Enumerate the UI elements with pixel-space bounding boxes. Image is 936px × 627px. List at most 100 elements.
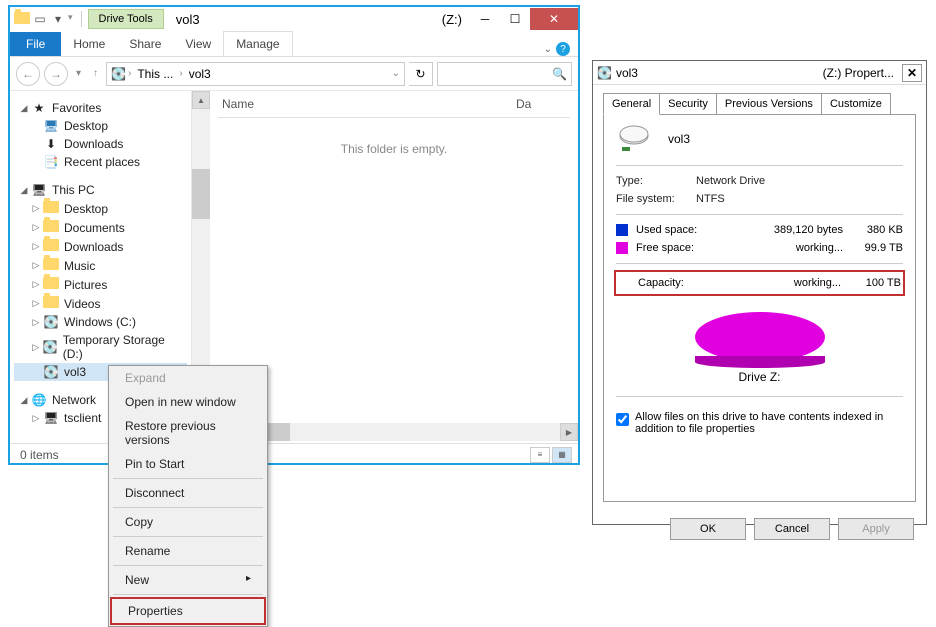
expand-icon[interactable]: ▷ [30, 279, 42, 290]
label: Favorites [52, 101, 101, 115]
qat-item[interactable]: ▾ [50, 12, 66, 27]
properties-buttons: OK Cancel Apply [593, 510, 926, 548]
close-button[interactable]: ✕ [902, 64, 922, 82]
back-button[interactable]: ← [16, 62, 40, 86]
details-view-button[interactable]: ≡ [530, 447, 550, 463]
help-icon[interactable]: ? [556, 42, 570, 56]
ribbon-view-tab[interactable]: View [173, 32, 223, 56]
properties-body: General Security Previous Versions Custo… [593, 85, 926, 510]
label: Music [64, 259, 95, 273]
expand-icon[interactable]: ◢ [18, 395, 30, 406]
sidebar-item-recent[interactable]: 📑Recent places [14, 153, 187, 171]
title-bar[interactable]: ▭ ▾ ▾ Drive Tools vol3 (Z:) ─ ☐ ✕ [10, 7, 578, 31]
properties-title-bar[interactable]: 💽 vol3 (Z:) Propert... ✕ [593, 61, 926, 85]
ctx-restore-versions[interactable]: Restore previous versions [109, 414, 267, 452]
ribbon-expand-icon[interactable]: ⌄ [544, 44, 552, 55]
tab-customize[interactable]: Customize [821, 93, 891, 115]
breadcrumb-folder[interactable]: vol3 [185, 67, 215, 81]
ctx-properties[interactable]: Properties [112, 599, 264, 623]
ribbon-share-tab[interactable]: Share [117, 32, 173, 56]
thispc-group: ◢ 🖥 This PC ▷Desktop ▷Documents ▷Downloa… [14, 181, 187, 381]
up-button[interactable]: ↑ [89, 68, 102, 79]
status-bar: 0 items ≡ ▦ [10, 443, 578, 465]
history-dropdown[interactable]: ▾ [72, 68, 85, 79]
address-bar: ← → ▾ ↑ 💽 › This ... › vol3 ⌄ ↻ 🔍 [10, 57, 578, 91]
network-drive-icon: 💽 [42, 365, 60, 379]
scroll-right-icon[interactable]: ▶ [560, 423, 578, 441]
used-label: Used space: [636, 224, 726, 236]
refresh-button[interactable]: ↻ [409, 62, 433, 86]
tab-previous-versions[interactable]: Previous Versions [716, 93, 822, 115]
qat-overflow[interactable]: ▾ [68, 12, 73, 27]
maximize-button[interactable]: ☐ [500, 8, 530, 30]
index-checkbox[interactable] [616, 413, 629, 426]
cancel-button[interactable]: Cancel [754, 518, 830, 540]
minimize-button[interactable]: ─ [470, 8, 500, 30]
expand-icon[interactable]: ▷ [30, 317, 42, 328]
tab-security[interactable]: Security [659, 93, 717, 115]
qat-item[interactable]: ▭ [32, 12, 48, 27]
used-bytes: 389,120 bytes [726, 224, 843, 236]
expand-icon[interactable]: ▷ [30, 203, 42, 214]
expand-icon[interactable]: ◢ [18, 103, 30, 114]
ctx-open-new-window[interactable]: Open in new window [109, 390, 267, 414]
ctx-pin-to-start[interactable]: Pin to Start [109, 452, 267, 476]
sidebar-item-documents[interactable]: ▷Documents [14, 218, 187, 237]
col-date[interactable]: Da [516, 97, 566, 111]
sidebar-item-videos[interactable]: ▷Videos [14, 294, 187, 313]
sidebar-item-downloads[interactable]: ⬇Downloads [14, 135, 187, 153]
tab-general[interactable]: General [603, 93, 660, 115]
sidebar-item-desktop[interactable]: ▷Desktop [14, 199, 187, 218]
thispc-header[interactable]: ◢ 🖥 This PC [14, 181, 187, 199]
ctx-copy[interactable]: Copy [109, 510, 267, 534]
ribbon-manage-tab[interactable]: Manage [223, 31, 292, 56]
favorites-header[interactable]: ◢ ★ Favorites [14, 99, 187, 117]
scroll-thumb[interactable] [192, 169, 210, 219]
ctx-disconnect[interactable]: Disconnect [109, 481, 267, 505]
expand-icon[interactable]: ▷ [30, 260, 42, 271]
apply-button[interactable]: Apply [838, 518, 914, 540]
drive-letter-label: Drive Z: [616, 370, 903, 384]
ctx-new[interactable]: New [109, 568, 267, 592]
separator [81, 11, 82, 27]
sidebar-item-downloads[interactable]: ▷Downloads [14, 237, 187, 256]
expand-icon[interactable]: ▷ [30, 413, 42, 424]
network-drive-icon: 💽 [597, 66, 612, 80]
col-name[interactable]: Name [222, 97, 516, 111]
sidebar-item-desktop[interactable]: 🖥Desktop [14, 117, 187, 135]
ctx-rename[interactable]: Rename [109, 539, 267, 563]
sidebar-item-music[interactable]: ▷ Music [14, 256, 187, 275]
expand-icon[interactable]: ▷ [30, 342, 42, 353]
breadcrumb-sep[interactable]: › [177, 68, 184, 79]
drive-icon: 💽 [42, 315, 60, 329]
filesystem-row: File system: NTFS [616, 190, 903, 208]
address-dropdown-icon[interactable]: ⌄ [392, 68, 400, 79]
address-field[interactable]: 💽 › This ... › vol3 ⌄ [106, 62, 405, 86]
capacity-label: Capacity: [618, 277, 718, 289]
icons-view-button[interactable]: ▦ [552, 447, 572, 463]
drive-header: vol3 [616, 125, 903, 153]
sidebar-item-windows-c[interactable]: ▷💽Windows (C:) [14, 313, 187, 331]
annotation-highlight: Capacity: working... 100 TB [614, 270, 905, 296]
drive-tools-tab[interactable]: Drive Tools [88, 9, 164, 29]
sidebar-item-temp-d[interactable]: ▷💽Temporary Storage (D:) [14, 331, 187, 363]
free-human: 99.9 TB [843, 242, 903, 254]
breadcrumb-sep[interactable]: › [126, 68, 133, 79]
content-area: ◢ ★ Favorites 🖥Desktop ⬇Downloads 📑Recen… [10, 91, 578, 443]
expand-icon[interactable]: ▷ [30, 298, 42, 309]
ribbon-home-tab[interactable]: Home [61, 32, 117, 56]
ctx-expand: Expand [109, 366, 267, 390]
separator [113, 478, 263, 479]
close-button[interactable]: ✕ [530, 8, 578, 30]
breadcrumb-root[interactable]: This ... [133, 67, 177, 81]
ribbon-file-tab[interactable]: File [10, 32, 61, 56]
ok-button[interactable]: OK [670, 518, 746, 540]
expand-icon[interactable]: ▷ [30, 241, 42, 252]
sidebar-item-pictures[interactable]: ▷Pictures [14, 275, 187, 294]
forward-button[interactable]: → [44, 62, 68, 86]
search-input[interactable]: 🔍 [437, 62, 572, 86]
expand-icon[interactable]: ◢ [18, 185, 30, 196]
expand-icon[interactable]: ▷ [30, 222, 42, 233]
scroll-up-icon[interactable]: ▲ [192, 91, 210, 109]
free-bytes: working... [726, 242, 843, 254]
